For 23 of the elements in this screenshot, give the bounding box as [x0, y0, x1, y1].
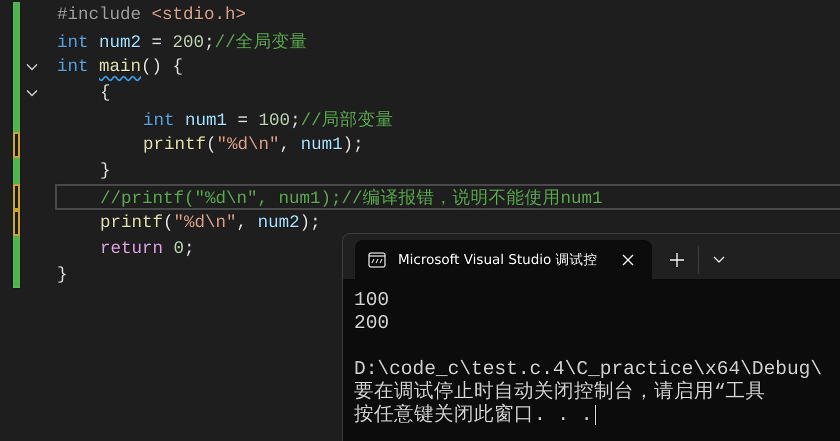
code-line: } — [57, 265, 68, 285]
console-icon — [368, 252, 386, 268]
code-line: printf("%d\n", num2); — [100, 213, 321, 233]
close-icon[interactable] — [622, 254, 634, 266]
console-output-line: 按任意键关闭此窗口. . . — [354, 404, 840, 427]
code-line: printf("%d\n", num1); — [143, 135, 364, 155]
console-output-line: D:\code_c\test.c.4\C_practice\x64\Debug\ — [354, 358, 824, 380]
tab-title: Microsoft Visual Studio 调试控 — [398, 250, 598, 268]
code-line: int num2 = 200;//全局变量 — [57, 31, 308, 53]
dropdown-icon[interactable] — [713, 256, 725, 264]
new-tab-icon[interactable] — [670, 252, 684, 266]
text-cursor — [594, 404, 596, 425]
terminal-tab[interactable]: Microsoft Visual Studio 调试控 — [355, 240, 652, 279]
code-line: { — [100, 83, 111, 103]
code-line: } — [100, 161, 111, 181]
code-line: int num1 = 100;//局部变量 — [143, 109, 394, 131]
console-output-line: 要在调试停止时自动关闭控制台，请启用“工具 — [354, 381, 767, 404]
console-output-line: 200 — [354, 312, 390, 335]
code-line: return 0; — [100, 239, 195, 259]
code-line: //printf("%d\n", num1);//编译报错，说明不能使用num1 — [100, 188, 603, 209]
console-output-line: 100 — [354, 289, 390, 312]
code-line: #include <stdio.h> — [57, 5, 246, 25]
code-line: int main() { — [57, 57, 184, 77]
